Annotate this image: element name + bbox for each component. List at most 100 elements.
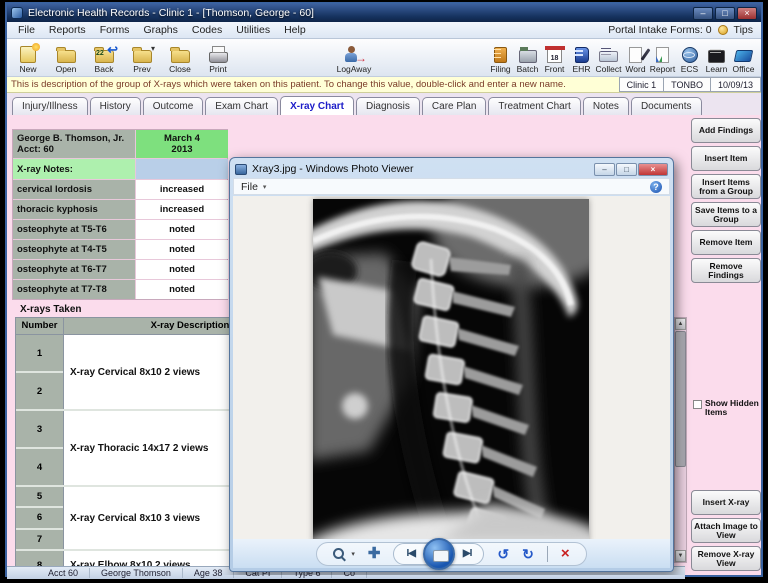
- viewer-close-button[interactable]: ×: [638, 163, 668, 176]
- rotate-clockwise-button[interactable]: ↻: [522, 547, 534, 561]
- previous-image-button[interactable]: I◀: [406, 548, 414, 559]
- insert-items-from-group-button[interactable]: Insert Items from a Group: [691, 174, 761, 199]
- front-desk-button[interactable]: 18 Front: [541, 40, 568, 74]
- attach-image-to-view-button[interactable]: Attach Image to View: [691, 518, 761, 543]
- menu-help[interactable]: Help: [277, 24, 313, 36]
- calendar-icon: 18: [545, 46, 565, 64]
- finding-label[interactable]: thoracic kyphosis: [13, 200, 135, 219]
- learn-button[interactable]: Learn: [703, 40, 730, 74]
- prev-button[interactable]: ▾ Prev: [125, 40, 159, 74]
- logaway-button[interactable]: → LogAway: [337, 40, 371, 74]
- back-arrow-icon: 22↩: [94, 46, 114, 64]
- ecs-button[interactable]: ECS: [676, 40, 703, 74]
- viewer-menu-bar: File ▾ ?: [233, 178, 670, 195]
- finding-label[interactable]: osteophyte at T5-T6: [13, 220, 135, 239]
- xray-image[interactable]: [313, 199, 589, 539]
- tab-outcome[interactable]: Outcome: [143, 97, 204, 115]
- insert-xray-button[interactable]: Insert X-ray: [691, 490, 761, 515]
- tab-exam-chart[interactable]: Exam Chart: [205, 97, 278, 115]
- ehr-button[interactable]: EHR: [568, 40, 595, 74]
- xray-number-cell[interactable]: 1: [16, 335, 63, 373]
- show-hidden-checkbox[interactable]: [693, 400, 702, 409]
- new-button[interactable]: New: [11, 40, 45, 74]
- tab-documents[interactable]: Documents: [631, 97, 702, 115]
- menu-forms[interactable]: Forms: [93, 24, 137, 36]
- tab-treatment-chart[interactable]: Treatment Chart: [488, 97, 580, 115]
- xray-number-cell[interactable]: 3: [16, 411, 63, 449]
- finding-value[interactable]: noted: [136, 260, 228, 279]
- scrollbar-thumb[interactable]: [675, 331, 686, 467]
- rotate-counterclockwise-button[interactable]: ↺: [497, 547, 509, 561]
- finding-label[interactable]: osteophyte at T7-T8: [13, 280, 135, 299]
- ecs-globe-icon: [680, 46, 700, 64]
- remove-findings-button[interactable]: Remove Findings: [691, 258, 761, 283]
- menu-utilities[interactable]: Utilities: [229, 24, 277, 36]
- tab-injury-illness[interactable]: Injury/Illness: [12, 97, 88, 115]
- tab-notes[interactable]: Notes: [583, 97, 629, 115]
- viewer-file-menu[interactable]: File: [241, 181, 258, 193]
- save-items-to-group-button[interactable]: Save Items to a Group: [691, 202, 761, 227]
- visit-date-cell[interactable]: March 42013: [136, 130, 228, 158]
- add-findings-button[interactable]: Add Findings: [691, 118, 761, 143]
- finding-label[interactable]: cervical lordosis: [13, 180, 135, 199]
- print-button[interactable]: Print: [201, 40, 235, 74]
- viewer-minimize-button[interactable]: ‒: [594, 163, 615, 176]
- finding-value[interactable]: noted: [136, 220, 228, 239]
- viewer-help-icon[interactable]: ?: [650, 181, 662, 193]
- xray-number-cell[interactable]: 2: [16, 373, 63, 409]
- zoom-control[interactable]: ▾: [333, 548, 355, 559]
- finding-label[interactable]: osteophyte at T4-T5: [13, 240, 135, 259]
- column-header-number: Number: [16, 318, 64, 334]
- word-button[interactable]: Word: [622, 40, 649, 74]
- menu-reports[interactable]: Reports: [42, 24, 93, 36]
- delete-button[interactable]: ×: [561, 547, 570, 561]
- tab-xray-chart[interactable]: X-ray Chart: [280, 96, 354, 115]
- maximize-button[interactable]: □: [715, 7, 735, 20]
- close-button[interactable]: ×: [737, 7, 757, 20]
- menu-file[interactable]: File: [11, 24, 42, 36]
- menu-graphs[interactable]: Graphs: [136, 24, 184, 36]
- report-button[interactable]: Report: [649, 40, 676, 74]
- portal-intake-forms-label[interactable]: Portal Intake Forms: 0: [608, 24, 711, 36]
- office-button[interactable]: Office: [730, 40, 757, 74]
- finding-value[interactable]: noted: [136, 240, 228, 259]
- xray-number-cell[interactable]: 6: [16, 508, 63, 529]
- viewer-maximize-button[interactable]: □: [616, 163, 637, 176]
- finding-value[interactable]: increased: [136, 200, 228, 219]
- finding-label[interactable]: osteophyte at T6-T7: [13, 260, 135, 279]
- scroll-up-arrow[interactable]: ▲: [675, 318, 686, 330]
- xray-number-cell[interactable]: 5: [16, 487, 63, 508]
- scroll-down-arrow[interactable]: ▼: [675, 550, 686, 562]
- finding-value[interactable]: increased: [136, 180, 228, 199]
- tab-care-plan[interactable]: Care Plan: [422, 97, 486, 115]
- finding-value[interactable]: noted: [136, 280, 228, 299]
- collect-button[interactable]: Collect: [595, 40, 622, 74]
- minimize-button[interactable]: ‒: [693, 7, 713, 20]
- viewer-title-bar[interactable]: Xray3.jpg - Windows Photo Viewer ‒ □ ×: [230, 158, 673, 178]
- xray-number-cell[interactable]: 7: [16, 530, 63, 549]
- menu-codes[interactable]: Codes: [185, 24, 229, 36]
- show-hidden-items-option[interactable]: Show Hidden Items: [693, 399, 761, 417]
- close-chart-button[interactable]: Close: [163, 40, 197, 74]
- zoom-caret-icon: ▾: [351, 550, 355, 558]
- batch-button[interactable]: Batch: [514, 40, 541, 74]
- open-button[interactable]: Open: [49, 40, 83, 74]
- filing-button[interactable]: Filing: [487, 40, 514, 74]
- actual-size-icon[interactable]: ✚: [368, 547, 381, 561]
- tab-history[interactable]: History: [90, 97, 141, 115]
- remove-xray-view-button[interactable]: Remove X-ray View: [691, 546, 761, 571]
- xray-number-cell[interactable]: 4: [16, 449, 63, 485]
- tips-label[interactable]: Tips: [734, 24, 753, 36]
- xrays-taken-title: X-rays Taken: [20, 304, 82, 315]
- group-description-text[interactable]: This is description of the group of X-ra…: [11, 79, 566, 90]
- next-image-button[interactable]: ▶I: [463, 548, 471, 559]
- content-scrollbar[interactable]: ▲ ▼: [674, 317, 687, 563]
- filing-cabinet-icon: [491, 46, 511, 64]
- xray-notes-value[interactable]: [136, 159, 228, 179]
- insert-item-button[interactable]: Insert Item: [691, 146, 761, 171]
- tab-diagnosis[interactable]: Diagnosis: [356, 97, 420, 115]
- remove-item-button[interactable]: Remove Item: [691, 230, 761, 255]
- play-slideshow-button[interactable]: [423, 538, 455, 570]
- back-button[interactable]: 22↩ Back: [87, 40, 121, 74]
- photo-viewer-window[interactable]: Xray3.jpg - Windows Photo Viewer ‒ □ × F…: [229, 157, 674, 572]
